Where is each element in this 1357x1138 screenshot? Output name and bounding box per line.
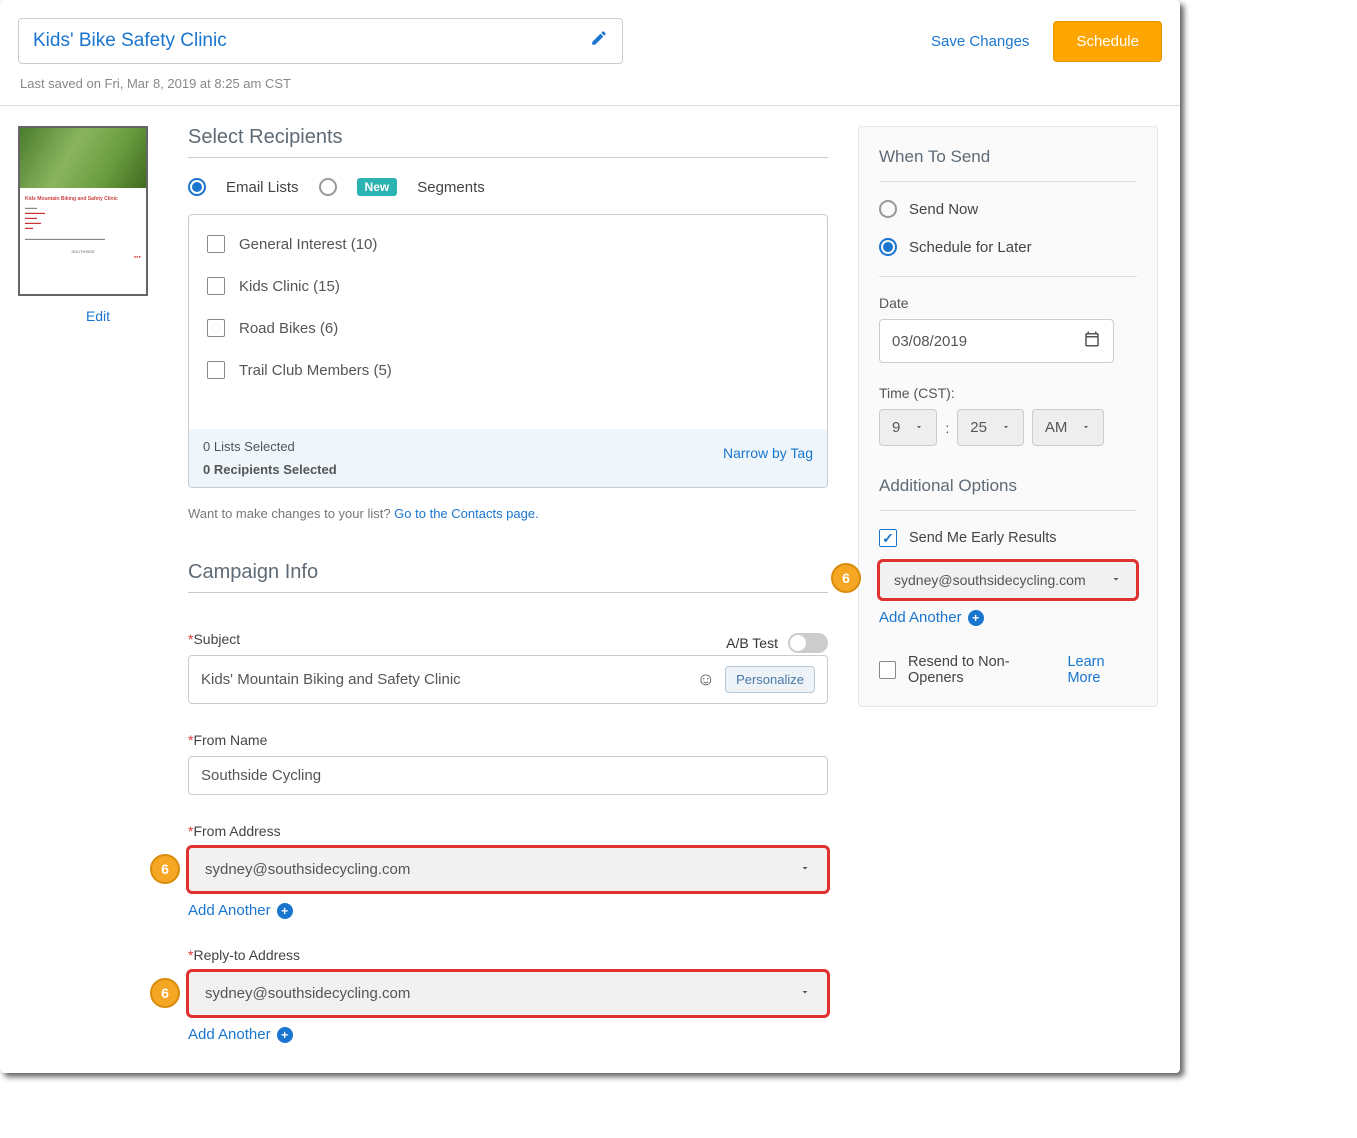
add-another-from-address[interactable]: Add Another+ [188,902,293,919]
radio-schedule-later[interactable] [879,238,897,256]
time-colon: : [945,420,949,436]
radio-segments[interactable] [319,178,337,196]
last-saved-text: Last saved on Fri, Mar 8, 2019 at 8:25 a… [0,76,1180,105]
list-label: Road Bikes (6) [239,320,338,337]
step-marker-6: 6 [150,978,180,1008]
date-value: 03/08/2019 [892,333,967,350]
calendar-icon [1083,330,1101,352]
list-checkbox[interactable] [207,361,225,379]
plus-circle-icon: + [968,610,984,626]
add-another-early-email[interactable]: Add Another+ [879,609,984,626]
list-item: General Interest (10) [207,235,809,253]
early-results-email-select[interactable]: sydney@southsidecycling.com [879,561,1137,599]
chevron-down-icon [1110,572,1122,588]
time-label: Time (CST): [879,385,1137,401]
early-results-email-value: sydney@southsidecycling.com [894,572,1086,588]
step-marker-6: 6 [150,854,180,884]
early-results-label: Send Me Early Results [909,530,1056,546]
add-another-reply-to[interactable]: Add Another+ [188,1026,293,1043]
ampm-select[interactable]: AM [1032,409,1105,446]
plus-circle-icon: + [277,1027,293,1043]
list-checkbox[interactable] [207,235,225,253]
list-item: Trail Club Members (5) [207,361,809,379]
resend-label: Resend to Non-Openers [908,654,1055,686]
save-changes-link[interactable]: Save Changes [931,33,1029,50]
emoji-icon[interactable]: ☺ [697,669,715,690]
list-item: Road Bikes (6) [207,319,809,337]
date-label: Date [879,295,1137,311]
list-checkbox[interactable] [207,319,225,337]
subject-input-row: Kids' Mountain Biking and Safety Clinic … [188,655,828,704]
contacts-page-link[interactable]: Go to the Contacts page. [394,506,539,521]
minute-select[interactable]: 25 [957,409,1024,446]
resend-checkbox[interactable] [879,661,896,679]
lists-selected-text: 0 Lists Selected [203,439,813,454]
campaign-title: Kids' Bike Safety Clinic [33,30,227,52]
step-marker-6: 6 [831,563,861,593]
chevron-down-icon [1081,419,1091,436]
reply-to-label: Reply-to Address [188,947,828,963]
from-name-input[interactable]: Southside Cycling [201,767,815,784]
email-lists-box: General Interest (10) Kids Clinic (15) R… [188,214,828,488]
from-address-select[interactable]: sydney@southsidecycling.com [188,847,828,892]
campaign-title-input[interactable]: Kids' Bike Safety Clinic [18,18,623,64]
chevron-down-icon [799,985,811,1002]
chevron-down-icon [799,861,811,878]
from-address-value: sydney@southsidecycling.com [205,861,410,878]
contacts-hint: Want to make changes to your list? Go to… [188,506,828,521]
recipients-selected-text: 0 Recipients Selected [203,462,813,477]
from-name-label: From Name [188,732,828,748]
radio-email-lists[interactable] [188,178,206,196]
ab-test-label: A/B Test [726,635,778,651]
additional-options-heading: Additional Options [879,476,1137,496]
chevron-down-icon [1001,419,1011,436]
learn-more-link[interactable]: Learn More [1067,654,1137,686]
select-recipients-heading: Select Recipients [188,126,828,149]
when-to-send-heading: When To Send [879,147,1137,167]
new-badge: New [357,178,398,196]
edit-email-link[interactable]: Edit [18,308,178,324]
edit-title-icon[interactable] [590,29,608,53]
email-lists-label: Email Lists [226,179,299,196]
list-checkbox[interactable] [207,277,225,295]
ab-test-toggle[interactable] [788,633,828,653]
schedule-button[interactable]: Schedule [1053,21,1162,62]
personalize-button[interactable]: Personalize [725,666,815,693]
from-address-label: From Address [188,823,828,839]
list-item: Kids Clinic (15) [207,277,809,295]
from-name-input-row: Southside Cycling [188,756,828,795]
subject-label: Subject [188,631,240,647]
date-input[interactable]: 03/08/2019 [879,319,1114,363]
plus-circle-icon: + [277,903,293,919]
send-now-label: Send Now [909,201,978,218]
reply-to-select[interactable]: sydney@southsidecycling.com [188,971,828,1016]
campaign-info-heading: Campaign Info [188,561,828,584]
list-label: General Interest (10) [239,236,377,253]
list-label: Trail Club Members (5) [239,362,392,379]
hour-select[interactable]: 9 [879,409,937,446]
narrow-by-tag-link[interactable]: Narrow by Tag [723,445,813,461]
chevron-down-icon [914,419,924,436]
schedule-later-label: Schedule for Later [909,239,1032,256]
reply-to-value: sydney@southsidecycling.com [205,985,410,1002]
early-results-checkbox[interactable] [879,529,897,547]
subject-input[interactable]: Kids' Mountain Biking and Safety Clinic [201,671,687,688]
list-label: Kids Clinic (15) [239,278,340,295]
radio-send-now[interactable] [879,200,897,218]
email-preview-thumbnail[interactable]: Kids Mountain Biking and Safety Clinic ▬… [18,126,148,296]
segments-label: Segments [417,179,485,196]
